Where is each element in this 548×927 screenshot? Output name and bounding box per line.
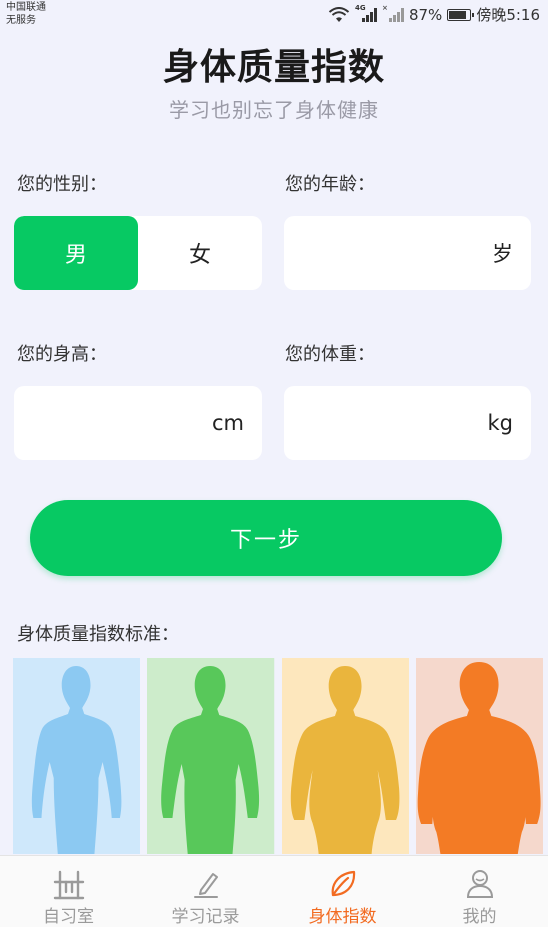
carrier-name: 中国联通 <box>6 2 46 13</box>
bmi-standard-label: 身体质量指数标准： <box>17 624 179 645</box>
status-bar: 中国联通 无服务 4G × 87% 傍晚5:16 <box>0 0 548 34</box>
cell-signal-icon: 4G <box>355 4 377 22</box>
nav-label-mine: 我的 <box>462 907 497 927</box>
height-label: 您的身高： <box>17 344 107 365</box>
nav-label-study-records: 学习记录 <box>171 907 240 927</box>
weight-field[interactable]: kg <box>222 386 531 460</box>
nav-item-study-records[interactable]: 学习记录 <box>137 856 274 927</box>
obese-body-figure <box>415 658 543 854</box>
status-icons: 4G × 87% 傍晚5:16 <box>328 4 540 25</box>
nav-label-study-room: 自习室 <box>43 907 94 927</box>
page-subtitle: 学习也别忘了身体健康 <box>169 98 379 122</box>
bmi-standard-panels <box>13 658 543 854</box>
wifi-icon <box>328 6 350 22</box>
age-input[interactable] <box>227 216 492 290</box>
overweight-body-figure <box>281 658 409 854</box>
bmi-panel-thin <box>13 658 141 854</box>
bmi-panel-overweight <box>281 658 409 854</box>
service-status: 无服务 <box>6 15 36 26</box>
gender-male-option[interactable]: 男 <box>14 216 138 290</box>
nav-item-mine[interactable]: 我的 <box>411 856 548 927</box>
age-field[interactable]: 岁 <box>227 216 531 290</box>
age-label: 您的年龄： <box>285 174 375 195</box>
bmi-panel-normal <box>147 658 275 854</box>
normal-body-figure <box>147 658 275 854</box>
cell-signal-2-icon: × <box>382 4 404 22</box>
bmi-panel-obese <box>415 658 543 854</box>
next-step-button[interactable]: 下一步 <box>30 500 502 576</box>
thin-body-figure <box>13 658 141 854</box>
bottom-nav: 自习室 学习记录 身体指数 我的 <box>0 855 548 927</box>
network-type: 4G <box>354 3 366 12</box>
gender-label: 您的性别： <box>17 174 107 195</box>
gender-selector[interactable]: 男 女 <box>14 216 262 290</box>
battery-icon <box>447 8 475 21</box>
leaf-icon <box>331 870 355 897</box>
page-title: 身体质量指数 <box>162 47 385 88</box>
pencil-icon <box>193 873 218 898</box>
weight-input[interactable] <box>222 386 488 460</box>
carrier-info: 中国联通 无服务 <box>6 1 46 27</box>
nav-item-body-index[interactable]: 身体指数 <box>274 856 411 927</box>
weight-label: 您的体重： <box>285 344 375 365</box>
age-unit: 岁 <box>492 242 513 266</box>
clock: 傍晚5:16 <box>476 6 540 24</box>
desk-icon <box>53 870 84 900</box>
user-icon <box>466 870 493 898</box>
nav-label-body-index: 身体指数 <box>308 907 377 927</box>
weight-unit: kg <box>487 411 514 435</box>
battery-percent: 87% <box>408 5 443 24</box>
nav-item-study-room[interactable]: 自习室 <box>0 856 137 927</box>
height-input[interactable] <box>0 386 212 460</box>
